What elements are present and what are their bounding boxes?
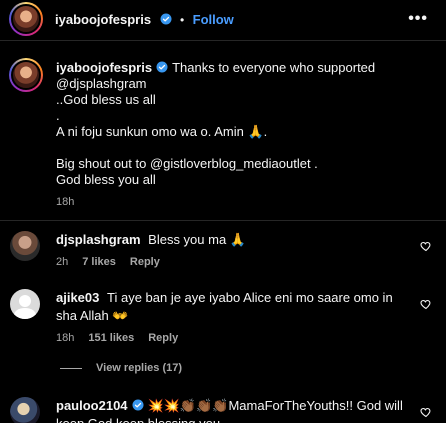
comment-avatar[interactable] (10, 231, 40, 261)
comment-time: 2h (56, 256, 69, 268)
replies-line (60, 367, 82, 369)
comment-likes[interactable]: 151 likes (88, 332, 134, 344)
comment-text: Ti aye ban je aye iyabo Alice eni mo saa… (56, 290, 393, 323)
caption-line: Big shout out to @gistloverblog_mediaout… (56, 156, 318, 171)
comment-text-continued: keep God keep blessing you (56, 415, 416, 423)
comment-username[interactable]: djsplashgram (56, 232, 141, 247)
like-heart-icon[interactable] (420, 298, 432, 310)
caption-avatar[interactable] (9, 58, 43, 92)
reply-button[interactable]: Reply (130, 256, 160, 268)
verified-badge-icon (156, 61, 168, 73)
more-options-button[interactable]: ••• (408, 10, 428, 28)
caption-line: A ni foju sunkun omo wa o. Amin 🙏. (56, 124, 268, 139)
post-username[interactable]: iyaboojofespris (55, 12, 151, 27)
caption-line (56, 140, 426, 156)
caption-line: God bless you all (56, 172, 156, 187)
caption-mention[interactable]: @djsplashgram (56, 76, 426, 92)
comment-time: 18h (56, 332, 75, 344)
caption-timestamp: 18h (56, 196, 75, 208)
comment: ajike03 Ti aye ban je aye iyabo Alice en… (56, 289, 416, 347)
post-caption: iyaboojofespris Thanks to everyone who su… (56, 60, 426, 210)
post-header: iyaboojofespris • Follow ••• (0, 0, 446, 40)
view-replies-button[interactable]: View replies (17) (60, 362, 182, 374)
view-replies-label: View replies (17) (96, 362, 183, 374)
profile-avatar[interactable] (9, 2, 43, 36)
comment-avatar[interactable] (10, 397, 40, 423)
separator-dot: • (179, 13, 185, 27)
comment-text: Bless you ma 🙏 (148, 232, 246, 247)
verified-badge-icon (132, 399, 144, 411)
caption-username[interactable]: iyaboojofespris (56, 60, 152, 75)
caption-line: Thanks to everyone who supported (172, 60, 376, 75)
caption-line: ..God bless us all (56, 92, 156, 107)
caption-divider (0, 220, 446, 221)
reply-button[interactable]: Reply (148, 332, 178, 344)
like-heart-icon[interactable] (420, 406, 432, 418)
follow-button[interactable]: Follow (193, 12, 234, 27)
like-heart-icon[interactable] (420, 240, 432, 252)
verified-badge-icon (160, 13, 172, 25)
comment: djsplashgram Bless you ma 🙏 2h 7 likes Rep… (56, 231, 416, 271)
comment-username[interactable]: ajike03 (56, 290, 99, 305)
comment-likes[interactable]: 7 likes (82, 256, 116, 268)
comment-avatar[interactable] (10, 289, 40, 319)
caption-line: . (56, 108, 60, 123)
comment: pauloo2104 💥💥👏🏾👏🏾👏🏾MamaForTheYouths!! God… (56, 397, 416, 423)
header-divider (0, 40, 446, 41)
comment-text: 💥💥👏🏾👏🏾👏🏾MamaForTheYouths!! God will (147, 398, 403, 413)
comment-username[interactable]: pauloo2104 (56, 398, 128, 413)
